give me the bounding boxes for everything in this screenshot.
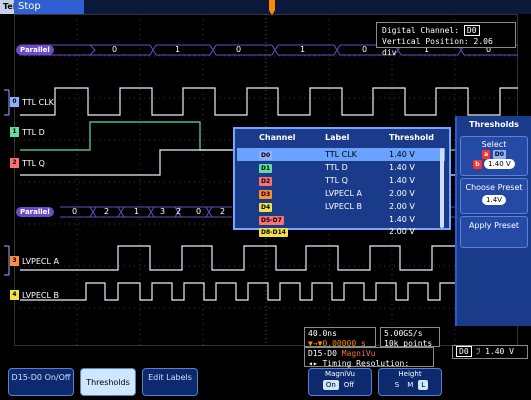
table-scrollbar[interactable] xyxy=(440,148,444,228)
scope-screen: Tek Stop Parallel 0 1 0 1 0 1 0 Parallel… xyxy=(0,0,531,400)
table-header: Channel Label Threshold xyxy=(235,129,449,146)
bus-value: 0 xyxy=(362,45,368,54)
trace-label: TTL CLK xyxy=(22,98,54,107)
height-selector[interactable]: Height SML xyxy=(378,368,442,396)
header-label: Label xyxy=(325,133,350,142)
channel-chip: D2 xyxy=(259,177,273,186)
row-threshold: 2.00 V xyxy=(389,227,415,236)
channel-chip: D4 xyxy=(259,203,273,212)
row-threshold: 1.40 V xyxy=(389,150,415,159)
magnivu-toggle-label: MagniVu xyxy=(325,370,355,378)
row-threshold: 1.40 V xyxy=(389,176,415,185)
magnivu-readout: D15-D0 MagniVu ◂▸ Timing Resolution: 60.… xyxy=(304,347,434,378)
trigger-level: 1.40 V xyxy=(485,347,514,356)
magnivu-badge: MagniVu xyxy=(341,349,376,358)
select-channel-chip: D0 xyxy=(492,150,506,159)
table-row[interactable]: D0 TTL CLK 1.40 V xyxy=(237,148,445,161)
channel-range: D15-D0 xyxy=(308,349,337,358)
height-s[interactable]: S xyxy=(392,380,402,390)
readout-line2: Vertical Position: 2.06 div xyxy=(382,37,493,57)
bus-value: 0 xyxy=(72,207,78,216)
row-label: TTL CLK xyxy=(325,150,357,159)
select-button[interactable]: Select a D0 b 1.40 V xyxy=(460,136,528,176)
magnivu-off[interactable]: Off xyxy=(341,380,357,390)
resolution-icon: ◂▸ xyxy=(308,359,318,368)
bus-value: 1 xyxy=(175,45,181,54)
edit-labels-button[interactable]: Edit Labels xyxy=(142,368,198,396)
select-label: Select xyxy=(481,140,507,149)
header-threshold: Threshold xyxy=(389,133,434,142)
bus-label-parallel-1[interactable]: Parallel xyxy=(16,45,54,55)
channel-marker-d2[interactable]: 2 xyxy=(10,158,19,168)
bus-value: 0 xyxy=(196,207,202,216)
trigger-readout: D0 ℐ 1.40 V xyxy=(452,345,528,359)
preset-label: Choose Preset xyxy=(465,183,523,192)
thresholds-button[interactable]: Thresholds xyxy=(80,368,136,396)
row-label: TTL Q xyxy=(325,176,348,185)
channel-readout: Digital Channel: D0 Vertical Position: 2… xyxy=(376,22,516,57)
thresholds-side-menu: Thresholds Select a D0 b 1.40 V Choose P… xyxy=(455,116,531,326)
timebase-readout: 40.0ns ▼→▼0.00000 s xyxy=(304,327,376,348)
bus-value: 1 xyxy=(134,207,140,216)
channel-chip: D5-D7 xyxy=(259,216,284,225)
sample-rate: 5.00GS/s xyxy=(384,329,423,338)
bus-value: 3 xyxy=(160,207,166,216)
header-channel: Channel xyxy=(259,133,296,142)
bus-value: 0 xyxy=(112,45,118,54)
bus-value: 0 xyxy=(236,45,242,54)
readout-line1: Digital Channel: xyxy=(382,26,460,35)
trace-label: LVPECL A xyxy=(22,257,59,266)
height-l[interactable]: L xyxy=(418,380,429,390)
trigger-slope-icon: ℐ xyxy=(476,347,481,356)
channel-marker-d0[interactable]: 0 xyxy=(10,97,19,107)
threshold-table-popup: Channel Label Threshold D0 TTL CLK 1.40 … xyxy=(233,127,451,237)
trace-label: TTL Q xyxy=(22,159,45,168)
magnivu-on[interactable]: On xyxy=(322,380,339,390)
row-label: LVPECL A xyxy=(325,189,362,198)
table-row[interactable]: D1 TTL D 1.40 V xyxy=(237,161,445,174)
table-row[interactable]: D2 TTL Q 1.40 V xyxy=(237,174,445,187)
channel-marker-d4[interactable]: 4 xyxy=(10,290,19,300)
apply-preset-button[interactable]: Apply Preset xyxy=(460,216,528,248)
channel-marker-d1[interactable]: 1 xyxy=(10,127,19,137)
row-threshold: 2.00 V xyxy=(389,189,415,198)
channel-chip: D3 xyxy=(259,190,273,199)
channel-chip: D8-D14 xyxy=(259,228,288,237)
trigger-channel: D0 xyxy=(456,346,472,357)
bus-value: 2 xyxy=(104,207,110,216)
table-row[interactable]: D3 LVPECL A 2.00 V xyxy=(237,187,445,200)
choose-preset-button[interactable]: Choose Preset 1.4V xyxy=(460,178,528,214)
acquisition-readout: 5.00GS/s 10k points xyxy=(380,327,440,348)
select-value: 1.40 V xyxy=(484,159,515,169)
bus-value: 2 xyxy=(176,207,182,216)
trace-label: TTL D xyxy=(22,128,45,137)
channel-marker-d3[interactable]: 3 xyxy=(10,256,19,266)
timebase-value: 40.0ns xyxy=(308,329,337,338)
height-label: Height xyxy=(398,370,422,378)
row-threshold: 1.40 V xyxy=(389,163,415,172)
magnivu-toggle[interactable]: MagniVu On Off xyxy=(308,368,372,396)
trace-label: LVPECL B xyxy=(22,291,60,300)
channel-chip: D1 xyxy=(259,164,273,173)
readout-channel: D0 xyxy=(463,25,480,36)
channels-on-off-button[interactable]: D15-D0 On/Off xyxy=(8,368,74,396)
table-row[interactable]: D4 LVPECL B 2.00 V xyxy=(237,200,445,213)
height-m[interactable]: M xyxy=(404,380,416,390)
row-label: LVPECL B xyxy=(325,202,363,211)
channel-chip: D0 xyxy=(259,151,273,160)
menu-title: Thresholds xyxy=(469,120,519,129)
row-label: TTL D xyxy=(325,163,348,172)
bus-label-parallel-2[interactable]: Parallel xyxy=(16,207,54,217)
preset-value: 1.4V xyxy=(482,195,506,205)
row-threshold: 2.00 V xyxy=(389,202,415,211)
bus-value: 2 xyxy=(220,207,226,216)
bus-value: 1 xyxy=(300,45,306,54)
